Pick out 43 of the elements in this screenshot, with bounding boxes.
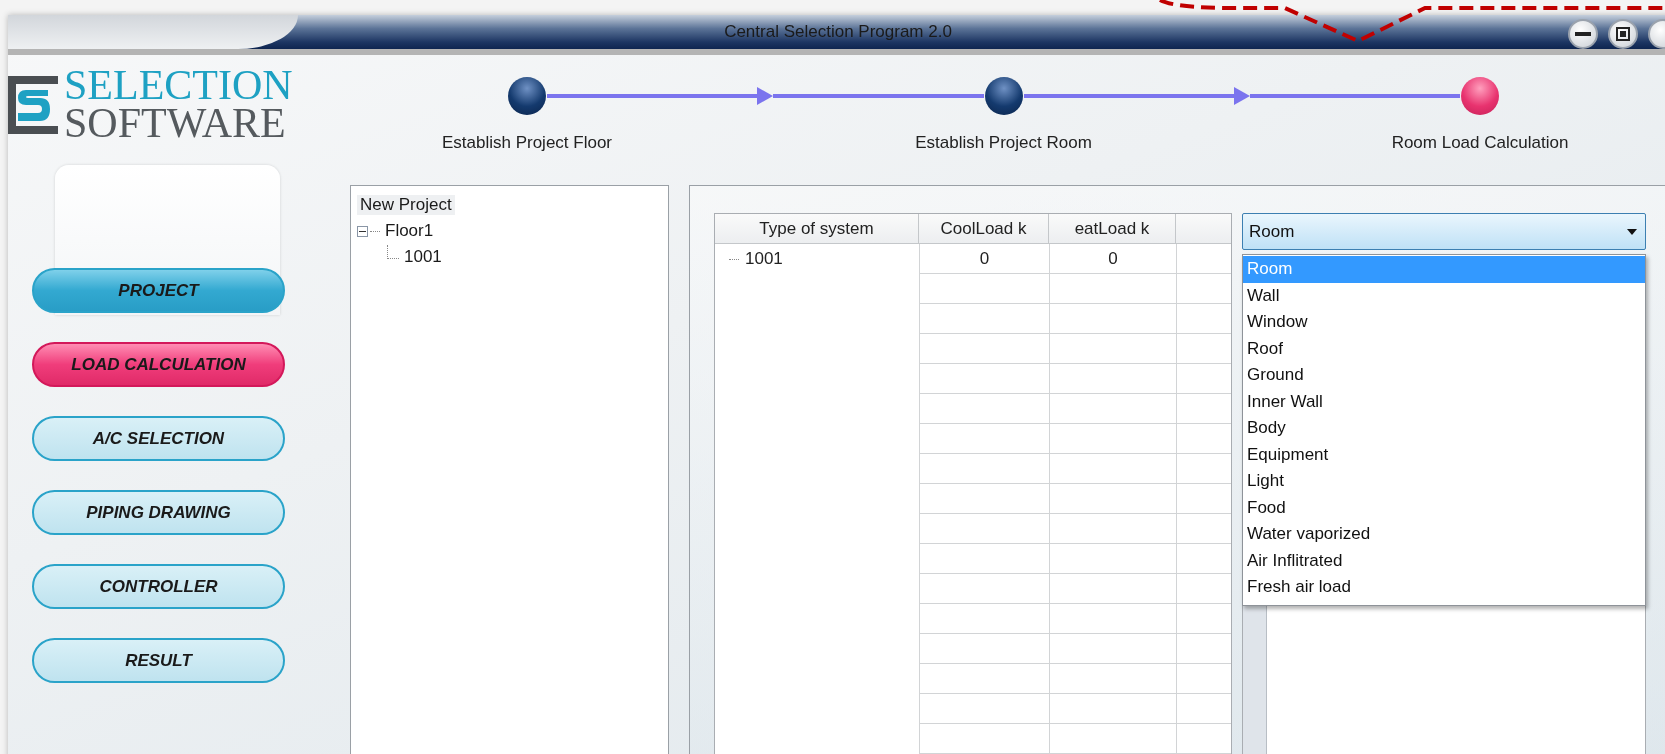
window-title: Central Selection Program 2.0 [724,22,952,42]
tree-item[interactable]: 1001 [401,247,445,267]
logo-icon [8,75,58,134]
nav-button[interactable]: A/C SELECTION [32,416,285,461]
tree-item[interactable]: Floor1 [382,221,437,241]
dropdown-option[interactable]: Air Inflitrated [1243,547,1645,574]
dropdown-option[interactable]: Window [1243,309,1645,336]
column-header: Type of system [715,214,919,244]
logo-text: SELECTION [64,67,293,105]
table-cell: 0 [919,244,1049,274]
table-cell: 1001 [715,244,919,274]
column-header: CoolLoad k [919,214,1049,244]
table-cell [1176,244,1231,274]
restore-icon [1616,27,1630,41]
dropdown-option[interactable]: Wall [1243,282,1645,309]
dropdown-option[interactable]: Ground [1243,362,1645,389]
dropdown-option[interactable]: Light [1243,468,1645,495]
nav-button[interactable]: PIPING DRAWING [32,490,285,535]
dropdown-option[interactable]: Water vaporized [1243,521,1645,548]
table-cell: 0 [1049,244,1176,274]
minimize-icon [1575,32,1591,36]
category-dropdown[interactable]: Room [1242,213,1646,250]
step-label: Establish Project Floor [441,133,613,153]
dropdown-option[interactable]: Inner Wall [1243,388,1645,415]
minimize-button[interactable] [1568,19,1598,49]
column-header: eatLoad k [1049,214,1176,244]
tree-item[interactable]: New Project [357,195,455,215]
dropdown-option[interactable]: Fresh air load [1243,574,1645,601]
collapse-icon[interactable] [357,225,368,237]
nav-button[interactable]: RESULT [32,638,285,683]
step-label: Establish Project Room [915,133,1092,153]
dropdown-option[interactable]: Equipment [1243,441,1645,468]
dropdown-option[interactable]: Food [1243,494,1645,521]
logo-text: SOFTWARE [64,104,287,143]
restore-button[interactable] [1608,19,1638,49]
nav-button[interactable]: PROJECT [32,268,285,313]
caret-icon [1627,228,1637,235]
nav-button[interactable]: LOAD CALCULATION [32,342,285,387]
nav-button[interactable]: CONTROLLER [32,564,285,609]
step-label: Room Load Calculation [1391,133,1569,153]
dropdown-option[interactable]: Body [1243,415,1645,442]
column-header [1176,214,1231,244]
dropdown-option[interactable]: Roof [1243,335,1645,362]
